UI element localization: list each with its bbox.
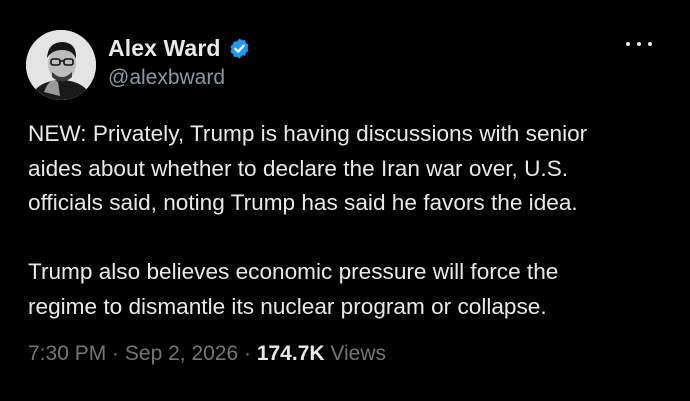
tweet-card: Alex Ward @alexbward NEW: Privately, Tru…: [0, 0, 690, 401]
timestamp-link[interactable]: 7:30 PM · Sep 2, 2026: [28, 342, 238, 365]
more-horizontal-icon-dot: [637, 42, 641, 46]
meta-separator: ·: [106, 342, 125, 365]
more-horizontal-icon-dot: [626, 42, 630, 46]
author-info: Alex Ward @alexbward: [108, 33, 251, 90]
tweet-metadata: 7:30 PM · Sep 2, 2026 · 174.7K Views: [28, 342, 386, 366]
tweet-time: 7:30 PM: [28, 342, 107, 365]
views-label: Views: [324, 342, 387, 365]
more-options-button[interactable]: [626, 34, 652, 54]
name-row: Alex Ward: [108, 33, 251, 63]
tweet-text-line: aides about whether to declare the Iran …: [28, 155, 569, 181]
tweet-text-line: NEW: Privately, Trump is having discussi…: [28, 121, 588, 146]
verified-badge-icon[interactable]: [228, 37, 251, 60]
tweet-text: NEW: Privately, Trump is having discussi…: [28, 117, 678, 324]
views-count: 174.7K: [256, 342, 325, 365]
profile-photo-icon: [26, 30, 96, 100]
display-name[interactable]: Alex Ward: [108, 35, 221, 62]
avatar[interactable]: [26, 30, 96, 100]
tweet-date: Sep 2, 2026: [124, 342, 239, 365]
tweet-text-line: regime to dismantle its nuclear program …: [28, 293, 547, 319]
meta-separator: ·: [238, 342, 257, 365]
user-handle[interactable]: @alexbward: [108, 66, 251, 90]
views-link[interactable]: 174.7K Views: [257, 342, 386, 365]
more-horizontal-icon-dot: [648, 42, 652, 46]
tweet-text-line: officials said, noting Trump has said he…: [28, 190, 578, 215]
tweet-text-line: Trump also believes economic pressure wi…: [28, 259, 559, 284]
